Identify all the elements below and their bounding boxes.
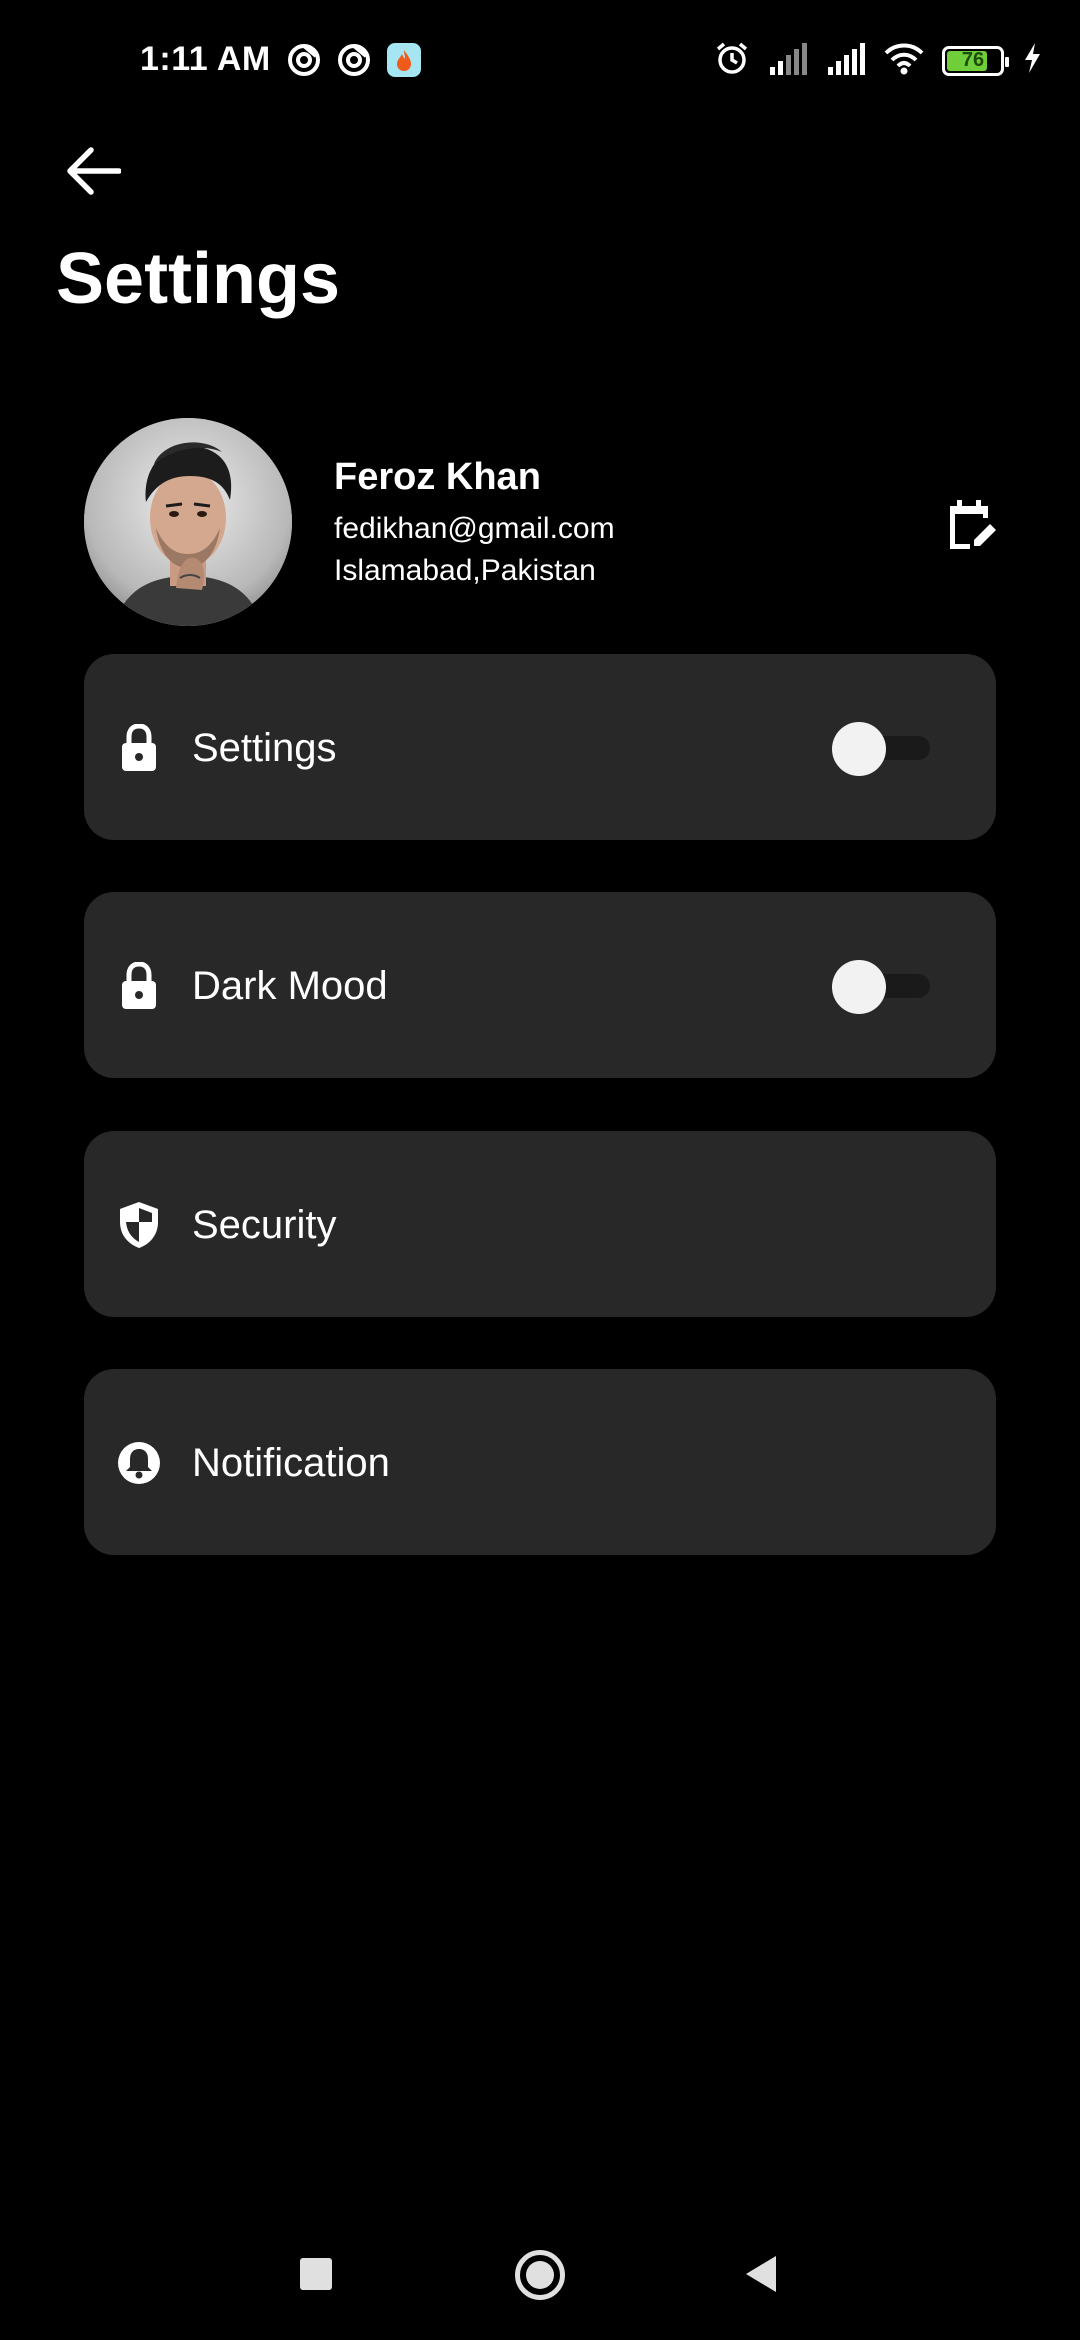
avatar[interactable] [84,418,292,626]
profile-location: Islamabad,Pakistan [334,554,596,587]
shield-icon [116,1201,162,1249]
menu-item-notification[interactable]: Notification [84,1369,996,1555]
lock-icon [116,724,162,772]
home-icon-inner [526,2261,554,2289]
profile-name: Feroz Khan [334,456,541,498]
home-icon[interactable] [515,2250,565,2300]
calendar-edit-icon [946,500,998,558]
bell-icon [116,1439,162,1487]
signal-icon [768,41,808,80]
status-left-icons [286,42,422,83]
battery-cap [1005,56,1009,67]
charging-icon [1022,42,1042,79]
menu-item-dark-mood[interactable]: Dark Mood [84,892,996,1078]
sync-icon [286,42,322,83]
status-bar: 1:11 AM 76 [0,0,1080,125]
edit-profile-button[interactable] [946,498,998,554]
menu-item-security[interactable]: Security [84,1131,996,1317]
menu-item-label: Settings [192,726,337,770]
app-notification-icon [386,42,422,83]
menu-item-settings[interactable]: Settings [84,654,996,840]
battery-icon: 76 [942,45,1009,76]
alarm-icon [714,40,750,81]
wifi-icon [884,41,924,80]
status-time: 1:11 AM [140,40,271,78]
back-icon[interactable] [744,2254,778,2294]
sync-icon [336,42,372,83]
menu-item-label: Security [192,1203,337,1247]
signal-icon [826,41,866,80]
settings-toggle[interactable] [832,722,934,776]
lock-icon [116,962,162,1010]
menu-item-label: Notification [192,1441,390,1485]
arrow-left-icon [65,146,122,201]
back-button[interactable] [60,140,126,206]
page-title: Settings [56,239,341,319]
recent-apps-icon[interactable] [300,2258,332,2290]
battery-level: 76 [961,49,985,71]
profile-email: fedikhan@gmail.com [334,512,615,545]
toggle-thumb [832,960,886,1014]
menu-item-label: Dark Mood [192,964,388,1008]
avatar-portrait [84,418,292,626]
status-right-icons: 76 [714,40,1042,81]
dark-mood-toggle[interactable] [832,960,934,1014]
toggle-thumb [832,722,886,776]
